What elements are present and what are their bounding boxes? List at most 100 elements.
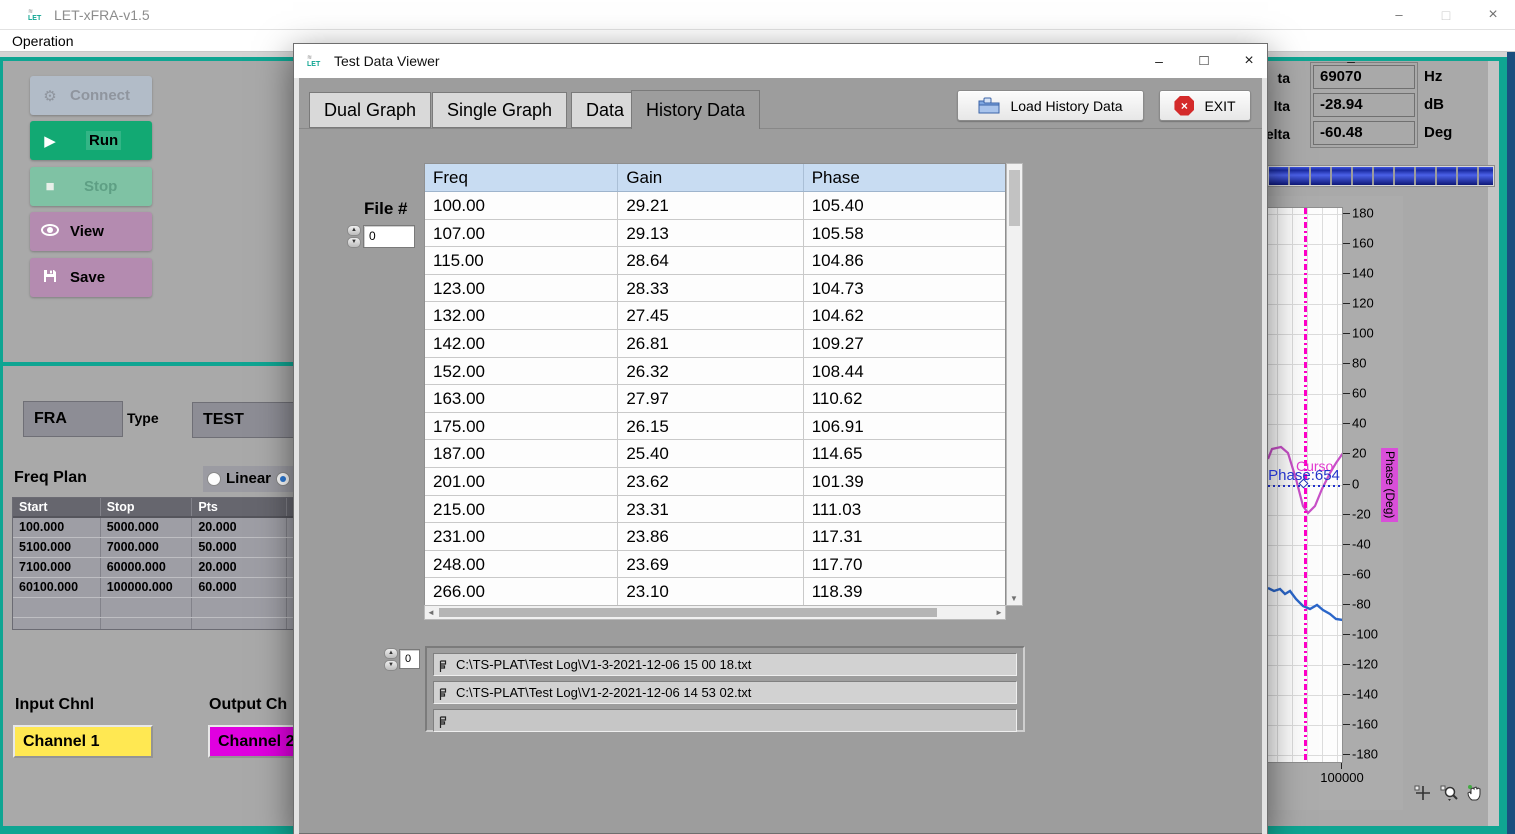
main-close-button[interactable]: ×	[1475, 0, 1511, 30]
freq-plan-cell[interactable]: 5100.000	[13, 538, 101, 557]
freq-plan-row[interactable]	[13, 598, 294, 618]
menu-operation[interactable]: Operation	[8, 32, 77, 50]
table-row[interactable]: 248.0023.69117.70	[425, 551, 1005, 579]
connect-button[interactable]: ⚙ Connect	[30, 76, 152, 115]
freq-plan-cell[interactable]	[13, 598, 101, 617]
dialog-close-button[interactable]: ×	[1232, 44, 1266, 78]
y-tick-label: 0	[1352, 476, 1359, 491]
hscroll-thumb[interactable]	[439, 608, 937, 617]
table-row[interactable]: 123.0028.33104.73	[425, 275, 1005, 303]
freq-plan-row[interactable]: 5100.0007000.00050.000	[13, 538, 294, 558]
tab-single-graph[interactable]: Single Graph	[432, 92, 567, 128]
y-tick-mark	[1343, 754, 1350, 755]
freq-plan-cell[interactable]: 20.000	[192, 518, 287, 537]
freq-plan-cell[interactable]: 7100.000	[13, 558, 101, 577]
table-cell: 28.33	[618, 275, 803, 302]
table-cell: 23.69	[618, 551, 803, 578]
freq-plan-cell[interactable]	[192, 618, 287, 630]
freq-plan-cell[interactable]	[192, 598, 287, 617]
main-minimize-button[interactable]: –	[1381, 0, 1417, 30]
freq-plan-cell[interactable]: 20.000	[192, 558, 287, 577]
file-path-text: C:\TS-PLAT\Test Log\V1-3-2021-12-06 15 0…	[456, 657, 751, 672]
tab-data[interactable]: Data	[571, 92, 639, 128]
dialog-minimize-button[interactable]: –	[1334, 44, 1368, 78]
tab-history-data[interactable]: History Data	[631, 90, 760, 129]
table-row[interactable]: 187.0025.40114.65	[425, 440, 1005, 468]
hscroll-right-arrow[interactable]: ►	[993, 608, 1005, 617]
table-row[interactable]: 115.0028.64104.86	[425, 247, 1005, 275]
file-number-up-button[interactable]: ▲	[347, 225, 361, 236]
file-number-down-button[interactable]: ▼	[347, 237, 361, 248]
table-row[interactable]: 107.0029.13105.58	[425, 220, 1005, 248]
table-hscrollbar[interactable]: ◄ ►	[424, 605, 1006, 620]
table-row[interactable]: 100.0029.21105.40	[425, 192, 1005, 220]
phase-delta-value: -60.48	[1313, 121, 1415, 145]
table-cell: 23.31	[618, 496, 803, 523]
stop-button[interactable]: ■ Stop	[30, 167, 152, 206]
zoom-tool-button[interactable]	[1438, 784, 1460, 802]
freq-plan-col-stop: Stop	[101, 498, 193, 516]
freq-plan-cell[interactable]: 7000.000	[101, 538, 193, 557]
table-row[interactable]: 132.0027.45104.62	[425, 302, 1005, 330]
input-channel-select[interactable]: Channel 1	[13, 725, 153, 758]
dialog-minimize-glyph[interactable]: –	[1142, 44, 1176, 78]
table-row[interactable]: 142.0026.81109.27	[425, 330, 1005, 358]
tab-dual-graph[interactable]: Dual Graph	[309, 92, 431, 128]
table-row[interactable]: 152.0026.32108.44	[425, 358, 1005, 386]
freq-plan-cell[interactable]: 100.000	[13, 518, 101, 537]
file-path-item[interactable]	[433, 709, 1017, 732]
cursor-tool-button[interactable]	[1412, 784, 1434, 802]
file-number-label: File #	[364, 199, 407, 219]
vscroll-thumb[interactable]	[1009, 170, 1020, 226]
connect-label: Connect	[70, 87, 130, 104]
file-path-item[interactable]: C:\TS-PLAT\Test Log\V1-2-2021-12-06 14 5…	[433, 681, 1017, 704]
y-tick-label: -160	[1352, 717, 1378, 732]
hscroll-left-arrow[interactable]: ◄	[425, 608, 437, 617]
file-index-down-button[interactable]: ▼	[384, 660, 398, 671]
freq-plan-row[interactable]: 60100.000100000.00060.000	[13, 578, 294, 598]
freq-plan-cell[interactable]: 5000.000	[101, 518, 193, 537]
vscroll-down-arrow[interactable]: ▼	[1010, 594, 1018, 603]
freq-plan-cell[interactable]: 60.000	[192, 578, 287, 597]
run-button[interactable]: ▶ Run	[30, 121, 152, 160]
floppy-icon	[30, 268, 70, 288]
gain-delta-value: -28.94	[1313, 93, 1415, 117]
table-row[interactable]: 215.0023.31111.03	[425, 496, 1005, 524]
freq-plan-cell[interactable]: 100000.000	[101, 578, 193, 597]
freq-plan-row[interactable]	[13, 618, 294, 630]
exit-button[interactable]: × EXIT	[1159, 90, 1251, 121]
linear-radio[interactable]	[207, 472, 221, 486]
table-row[interactable]: 163.0027.97110.62	[425, 385, 1005, 413]
teal-border-left	[0, 57, 3, 834]
load-history-data-button[interactable]: Load History Data	[957, 90, 1144, 121]
freq-plan-cell[interactable]: 60000.000	[101, 558, 193, 577]
y-tick-label: -120	[1352, 656, 1378, 671]
log-radio[interactable]	[276, 472, 290, 486]
play-icon: ▶	[30, 132, 70, 150]
table-vscrollbar[interactable]: ▼	[1006, 163, 1023, 606]
freq-plan-cell[interactable]	[101, 598, 193, 617]
freq-plan-cell[interactable]	[101, 618, 193, 630]
freq-plan-cell[interactable]: 50.000	[192, 538, 287, 557]
freq-plan-row[interactable]: 100.0005000.00020.000	[13, 518, 294, 538]
freq-plan-label: Freq Plan	[14, 469, 87, 487]
table-row[interactable]: 231.0023.86117.31	[425, 523, 1005, 551]
freq-plan-cell[interactable]	[13, 618, 101, 630]
table-cell: 123.00	[425, 275, 618, 302]
table-row[interactable]: 175.0026.15106.91	[425, 413, 1005, 441]
pan-tool-button[interactable]	[1464, 784, 1486, 802]
table-row[interactable]: 201.0023.62101.39	[425, 468, 1005, 496]
table-row[interactable]: 266.0023.10118.39	[425, 578, 1005, 606]
file-index-field[interactable]: 0	[399, 649, 420, 669]
y-tick-label: 80	[1352, 356, 1366, 371]
freq-plan-cell[interactable]: 60100.000	[13, 578, 101, 597]
freq-plan-row[interactable]: 7100.00060000.00020.000	[13, 558, 294, 578]
dialog-maximize-button[interactable]: □	[1187, 44, 1221, 78]
file-number-field[interactable]: 0	[363, 225, 415, 248]
main-maximize-button[interactable]: □	[1428, 0, 1464, 30]
view-button[interactable]: View	[30, 212, 152, 251]
table-cell: 104.62	[804, 302, 1005, 329]
file-index-up-button[interactable]: ▲	[384, 648, 398, 659]
file-path-item[interactable]: C:\TS-PLAT\Test Log\V1-3-2021-12-06 15 0…	[433, 653, 1017, 676]
save-button[interactable]: Save	[30, 258, 152, 297]
